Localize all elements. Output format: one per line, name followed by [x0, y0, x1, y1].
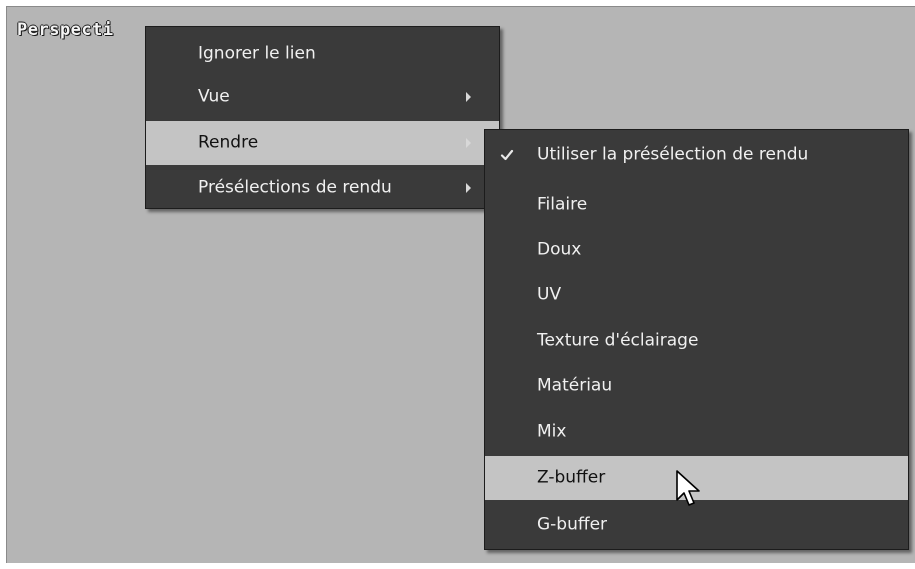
submenu-item-label: Mix: [537, 421, 567, 442]
submenu-item-label: Z-buffer: [537, 467, 606, 488]
menu-item-ignorer-le-lien[interactable]: Ignorer le lien: [146, 33, 499, 75]
menu-item-rendre[interactable]: Rendre: [146, 121, 499, 165]
submenu-item-mix[interactable]: Mix: [485, 410, 908, 454]
viewport-title: Perspecti: [17, 20, 114, 40]
submenu-item-utiliser-preselection[interactable]: Utiliser la présélection de rendu: [485, 133, 908, 177]
submenu-item-uv[interactable]: UV: [485, 273, 908, 317]
menu-item-preselections-de-rendu[interactable]: Présélections de rendu: [146, 167, 499, 209]
submenu-item-filaire[interactable]: Filaire: [485, 183, 908, 227]
submenu-item-label: Matériau: [537, 375, 613, 396]
submenu-item-label: UV: [537, 284, 562, 305]
submenu-item-label: G-buffer: [537, 514, 608, 535]
submenu-item-materiau[interactable]: Matériau: [485, 364, 908, 408]
menu-item-label: Ignorer le lien: [198, 43, 316, 64]
menu-item-label: Présélections de rendu: [198, 177, 392, 198]
menu-item-label: Vue: [198, 86, 230, 107]
submenu-item-label: Utiliser la présélection de rendu: [537, 144, 809, 165]
submenu-item-label: Filaire: [537, 194, 588, 215]
menu-item-vue[interactable]: Vue: [146, 76, 499, 118]
chevron-right-icon: [466, 183, 471, 193]
submenu-item-texture-eclairage[interactable]: Texture d'éclairage: [485, 319, 908, 363]
context-menu: Ignorer le lien Vue Rendre Présélections…: [145, 26, 500, 209]
submenu-item-label: Texture d'éclairage: [537, 330, 699, 351]
chevron-right-icon: [466, 138, 471, 148]
submenu-item-label: Doux: [537, 239, 582, 260]
check-icon: [500, 149, 514, 161]
chevron-right-icon: [466, 92, 471, 102]
menu-item-label: Rendre: [198, 132, 259, 153]
mouse-pointer-icon: [676, 470, 700, 506]
submenu-item-doux[interactable]: Doux: [485, 228, 908, 272]
